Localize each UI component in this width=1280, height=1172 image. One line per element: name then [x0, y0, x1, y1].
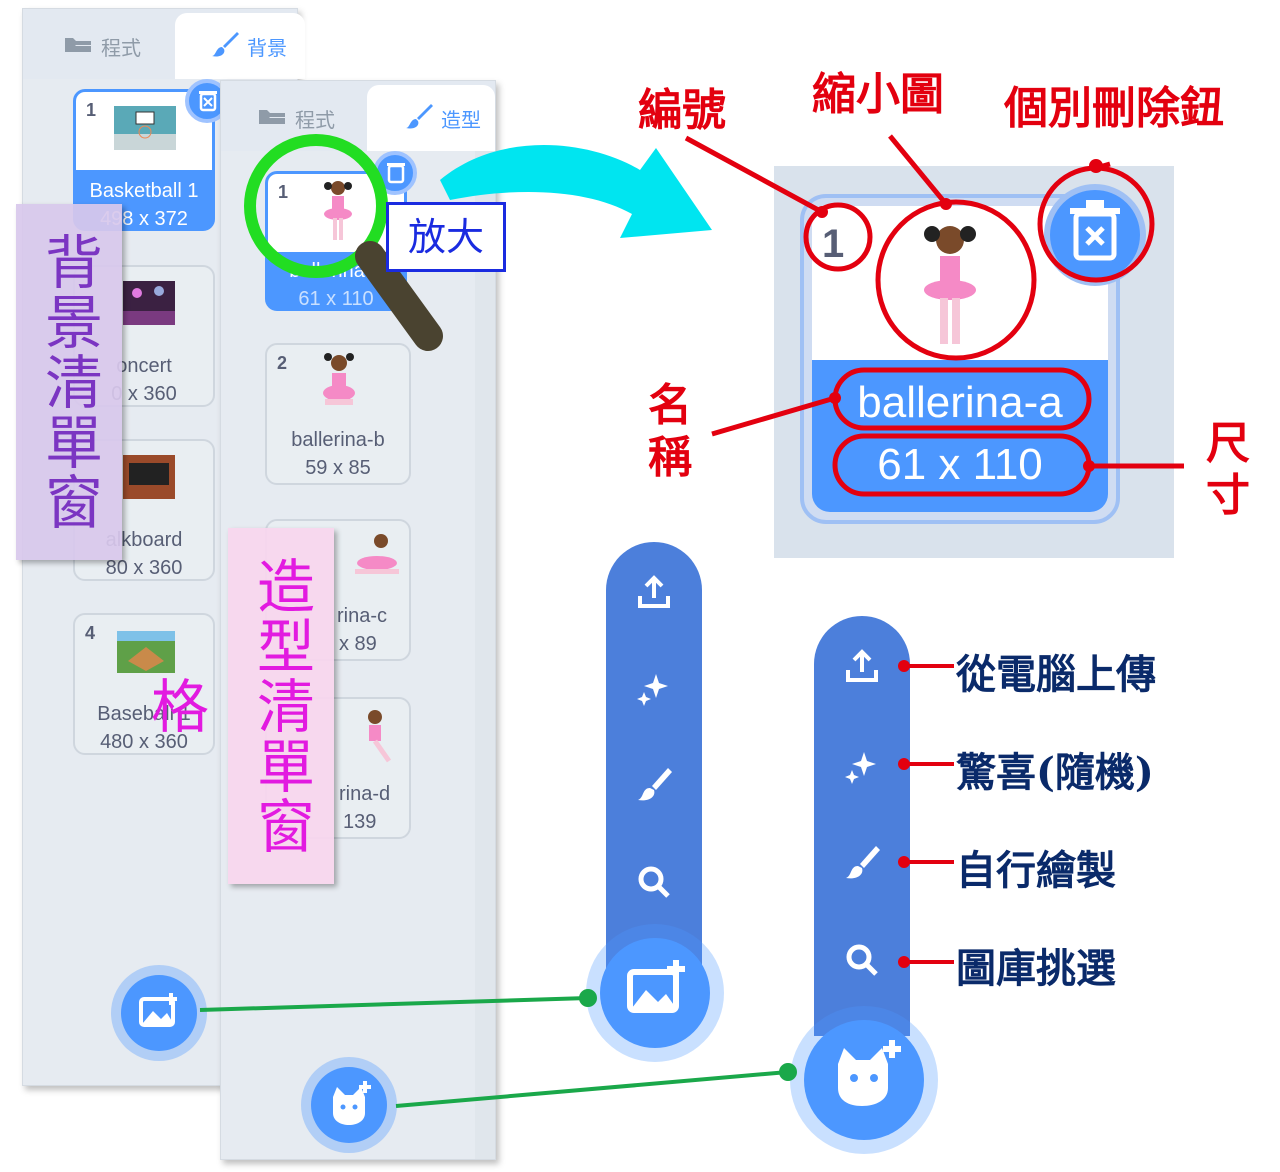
green-connectors — [199, 989, 797, 1108]
